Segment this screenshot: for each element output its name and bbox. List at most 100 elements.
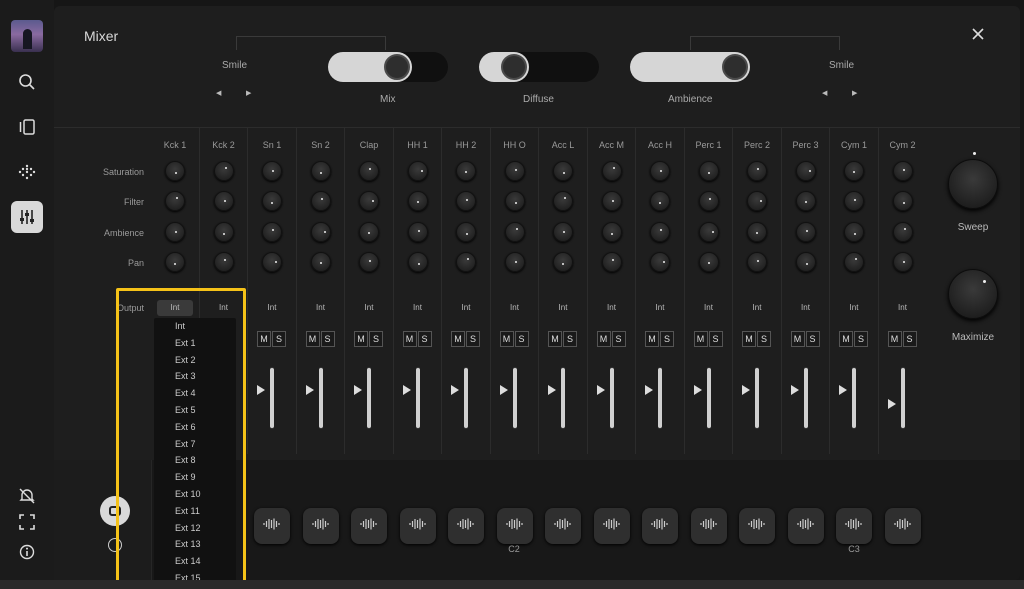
- volume-fader[interactable]: [658, 367, 662, 429]
- drum-pad[interactable]: [739, 508, 775, 544]
- ambience-knob[interactable]: [747, 222, 767, 242]
- solo-button[interactable]: S: [757, 331, 771, 347]
- output-select[interactable]: Int: [642, 300, 678, 316]
- mute-button[interactable]: M: [790, 331, 805, 347]
- drum-pad[interactable]: [836, 508, 872, 544]
- volume-fader[interactable]: [561, 367, 565, 429]
- diffuse-toggle[interactable]: [479, 52, 599, 82]
- saturation-knob[interactable]: [747, 161, 767, 181]
- play-icon[interactable]: [742, 385, 750, 395]
- volume-fader[interactable]: [900, 367, 905, 429]
- ambience-knob[interactable]: [795, 222, 816, 242]
- output-select[interactable]: Int: [303, 300, 339, 316]
- smile-left-prev-arrow[interactable]: ◀: [216, 89, 221, 97]
- saturation-knob[interactable]: [310, 161, 331, 181]
- ambience-knob[interactable]: [407, 222, 428, 242]
- play-icon[interactable]: [257, 385, 265, 395]
- saturation-knob[interactable]: [795, 161, 816, 181]
- solo-button[interactable]: S: [417, 331, 432, 347]
- volume-fader[interactable]: [367, 367, 371, 429]
- fullscreen-icon[interactable]: [11, 506, 43, 538]
- volume-fader[interactable]: [512, 367, 517, 429]
- mix-toggle[interactable]: [328, 52, 448, 82]
- play-icon[interactable]: [790, 385, 799, 395]
- filter-knob[interactable]: [407, 191, 428, 211]
- pan-knob[interactable]: [165, 252, 185, 272]
- solo-button[interactable]: S: [514, 331, 529, 347]
- mute-button[interactable]: M: [402, 331, 417, 347]
- pan-knob[interactable]: [747, 252, 767, 272]
- output-select[interactable]: Int: [448, 300, 484, 316]
- ambience-knob[interactable]: [165, 222, 185, 242]
- filter-knob[interactable]: [650, 191, 670, 211]
- solo-button[interactable]: S: [902, 331, 917, 347]
- ambience-knob[interactable]: [892, 222, 913, 242]
- play-icon[interactable]: [596, 385, 605, 395]
- output-select[interactable]: Int: [885, 300, 921, 316]
- solo-button[interactable]: S: [805, 331, 820, 347]
- pan-knob[interactable]: [601, 252, 622, 272]
- filter-knob[interactable]: [165, 191, 185, 211]
- output-select[interactable]: Int: [254, 300, 290, 316]
- filter-knob[interactable]: [262, 191, 282, 211]
- play-icon[interactable]: [354, 385, 362, 395]
- drum-pad[interactable]: [642, 508, 678, 544]
- ambience-knob[interactable]: [310, 222, 331, 242]
- saturation-knob[interactable]: [165, 161, 185, 181]
- output-select[interactable]: Int: [400, 300, 436, 316]
- saturation-knob[interactable]: [698, 161, 719, 181]
- drum-pad[interactable]: [545, 508, 581, 544]
- pan-knob[interactable]: [213, 252, 234, 272]
- artwork-avatar[interactable]: [11, 20, 43, 52]
- saturation-knob[interactable]: [407, 161, 428, 181]
- drum-pad[interactable]: [690, 508, 727, 544]
- solo-button[interactable]: S: [611, 331, 626, 347]
- output-select[interactable]: Int: [545, 300, 581, 316]
- pan-knob[interactable]: [650, 252, 670, 272]
- ambience-knob[interactable]: [601, 222, 622, 242]
- output-select[interactable]: Int: [691, 300, 727, 316]
- sweep-knob[interactable]: [948, 152, 998, 209]
- volume-fader[interactable]: [415, 367, 420, 429]
- solo-button[interactable]: S: [272, 331, 286, 347]
- volume-fader[interactable]: [706, 367, 711, 429]
- ambience-toggle-knob[interactable]: [722, 54, 748, 80]
- volume-fader[interactable]: [464, 367, 468, 429]
- pan-knob[interactable]: [844, 252, 864, 272]
- maximize-knob[interactable]: [948, 269, 998, 319]
- ambience-knob[interactable]: [844, 222, 864, 242]
- smile-left-next-arrow[interactable]: ▶: [246, 89, 251, 97]
- solo-button[interactable]: S: [854, 331, 868, 347]
- play-icon[interactable]: [645, 385, 653, 395]
- drum-pad[interactable]: [787, 508, 824, 544]
- drum-pad[interactable]: [593, 508, 630, 544]
- output-select[interactable]: Int: [351, 300, 387, 316]
- drum-pad[interactable]: [302, 508, 339, 544]
- filter-knob[interactable]: [601, 191, 622, 211]
- filter-knob[interactable]: [456, 191, 476, 211]
- info-icon[interactable]: [11, 536, 43, 568]
- mute-button[interactable]: M: [548, 331, 562, 347]
- mute-button[interactable]: M: [693, 331, 708, 347]
- mute-button[interactable]: M: [354, 331, 368, 347]
- ambience-knob[interactable]: [262, 222, 282, 242]
- ambience-knob[interactable]: [698, 222, 719, 242]
- filter-knob[interactable]: [310, 191, 331, 211]
- close-icon[interactable]: [970, 26, 986, 42]
- output-select[interactable]: Int: [497, 300, 533, 316]
- filter-knob[interactable]: [213, 191, 234, 211]
- mix-toggle-knob[interactable]: [384, 54, 410, 80]
- pan-knob[interactable]: [698, 252, 719, 272]
- volume-fader[interactable]: [755, 367, 759, 429]
- filter-knob[interactable]: [698, 191, 719, 211]
- mute-button[interactable]: M: [887, 331, 902, 347]
- solo-button[interactable]: S: [369, 331, 383, 347]
- filter-knob[interactable]: [359, 191, 379, 211]
- play-icon[interactable]: [305, 385, 314, 395]
- filter-knob[interactable]: [553, 191, 573, 211]
- solo-button[interactable]: S: [466, 331, 480, 347]
- solo-button[interactable]: S: [708, 331, 723, 347]
- solo-button[interactable]: S: [660, 331, 674, 347]
- output-select[interactable]: Int: [594, 300, 630, 316]
- ambience-knob[interactable]: [213, 222, 234, 242]
